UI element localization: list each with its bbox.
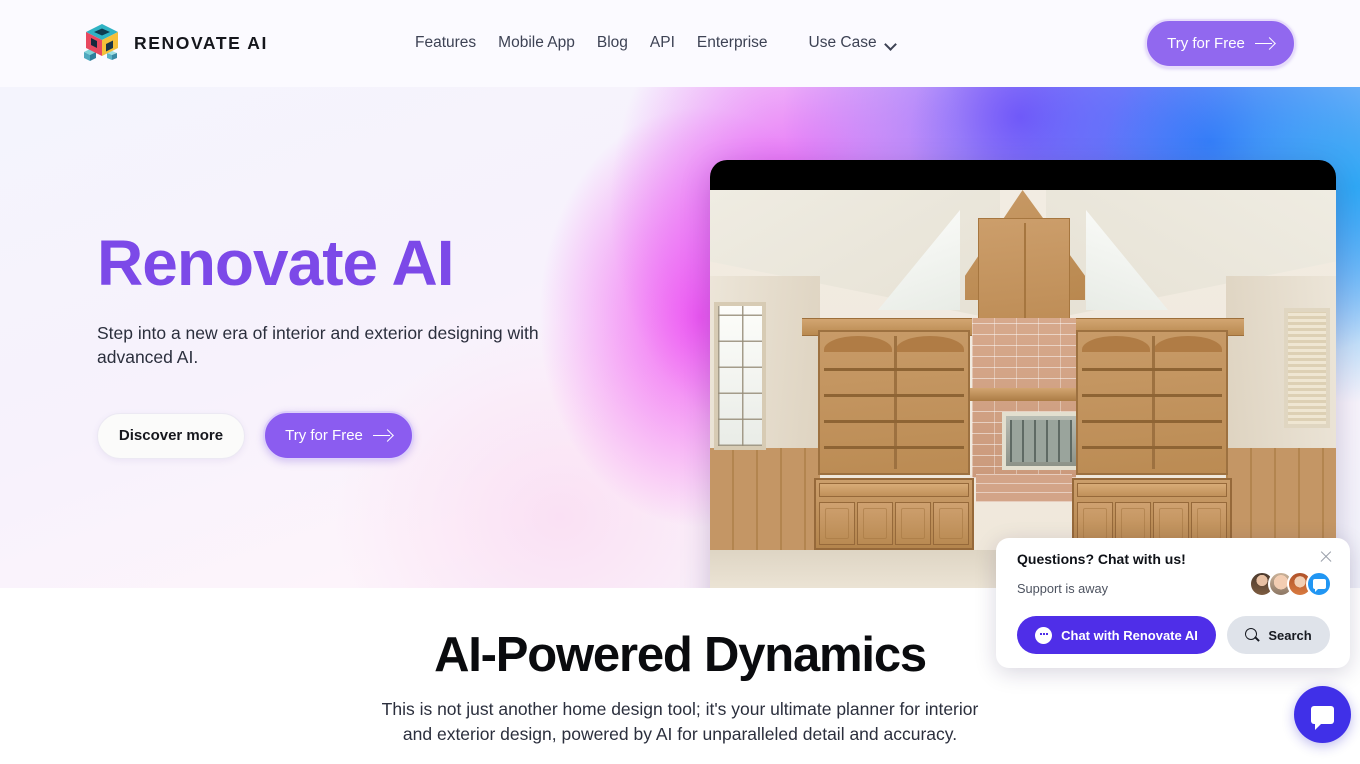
brand-name: RENOVATE AI: [134, 32, 268, 53]
center-wood-panel: [978, 218, 1070, 330]
chat-status-text: Support is away: [1017, 581, 1109, 596]
wainscot-right: [1226, 448, 1336, 551]
chat-widget: Questions? Chat with us! Support is away…: [996, 538, 1350, 668]
discover-more-button[interactable]: Discover more: [97, 412, 245, 459]
bookcase-left: [818, 330, 970, 475]
arrow-right-icon: [1254, 38, 1274, 50]
chat-with-renovate-ai-button[interactable]: Chat with Renovate AI: [1017, 616, 1216, 654]
agent-avatars: [1249, 571, 1332, 597]
chat-bubble-avatar-icon: [1306, 571, 1332, 597]
hero-cta-label: Try for Free: [285, 427, 363, 445]
header-try-for-free-button[interactable]: Try for Free: [1145, 19, 1296, 68]
chat-widget-actions: Chat with Renovate AI Search: [1017, 616, 1330, 654]
nav-blog[interactable]: Blog: [597, 32, 628, 54]
chat-search-button[interactable]: Search: [1227, 616, 1330, 654]
chat-widget-title: Questions? Chat with us!: [1017, 551, 1186, 567]
page-title: Renovate AI: [97, 227, 455, 299]
close-icon[interactable]: [1318, 549, 1334, 565]
wainscot-left: [710, 448, 820, 551]
chevron-down-icon: [886, 40, 897, 47]
discover-more-label: Discover more: [118, 427, 224, 445]
arrow-right-icon: [372, 430, 392, 442]
hero-image-card: [710, 160, 1336, 588]
nav-use-case-dropdown[interactable]: Use Case: [809, 32, 897, 54]
fireplace-mantel: [960, 388, 1088, 401]
search-button-label: Search: [1268, 627, 1312, 643]
room-photo: [710, 190, 1336, 588]
hero-section: Renovate AI Step into a new era of inter…: [0, 87, 1360, 588]
chat-bubble-icon: [1035, 626, 1053, 644]
hero-button-group: Discover more Try for Free: [97, 411, 657, 461]
page-root: RENOVATE AI Features Mobile App Blog API…: [0, 0, 1360, 764]
header-cta-label: Try for Free: [1167, 35, 1245, 52]
nav-mobile-app[interactable]: Mobile App: [498, 32, 575, 54]
nav-features[interactable]: Features: [415, 32, 476, 54]
brand-logo[interactable]: RENOVATE AI: [82, 22, 268, 64]
cabinets-left: [814, 478, 974, 550]
nav-enterprise[interactable]: Enterprise: [697, 32, 768, 54]
nav-use-case-label: Use Case: [808, 34, 877, 51]
site-header: RENOVATE AI Features Mobile App Blog API…: [0, 0, 1360, 87]
shuttered-window-right: [1284, 308, 1330, 428]
primary-nav: Features Mobile App Blog API Enterprise …: [415, 32, 897, 54]
nav-api[interactable]: API: [650, 32, 675, 54]
chat-button-label: Chat with Renovate AI: [1061, 627, 1198, 643]
french-door-left: [714, 302, 766, 450]
hero-copy: Renovate AI Step into a new era of inter…: [97, 227, 657, 461]
chat-launcher-button[interactable]: [1294, 686, 1351, 743]
search-icon: [1245, 627, 1260, 643]
bookcase-right: [1076, 330, 1228, 475]
section-subtitle: This is not just another home design too…: [381, 699, 979, 745]
hero-subtitle: Step into a new era of interior and exte…: [97, 323, 539, 368]
fireplace-hearth: [976, 474, 1072, 502]
cube-logo-icon: [82, 22, 122, 64]
chat-bubble-icon: [1311, 705, 1334, 730]
fireplace-opening: [1002, 412, 1080, 470]
hero-try-for-free-button[interactable]: Try for Free: [263, 411, 414, 461]
